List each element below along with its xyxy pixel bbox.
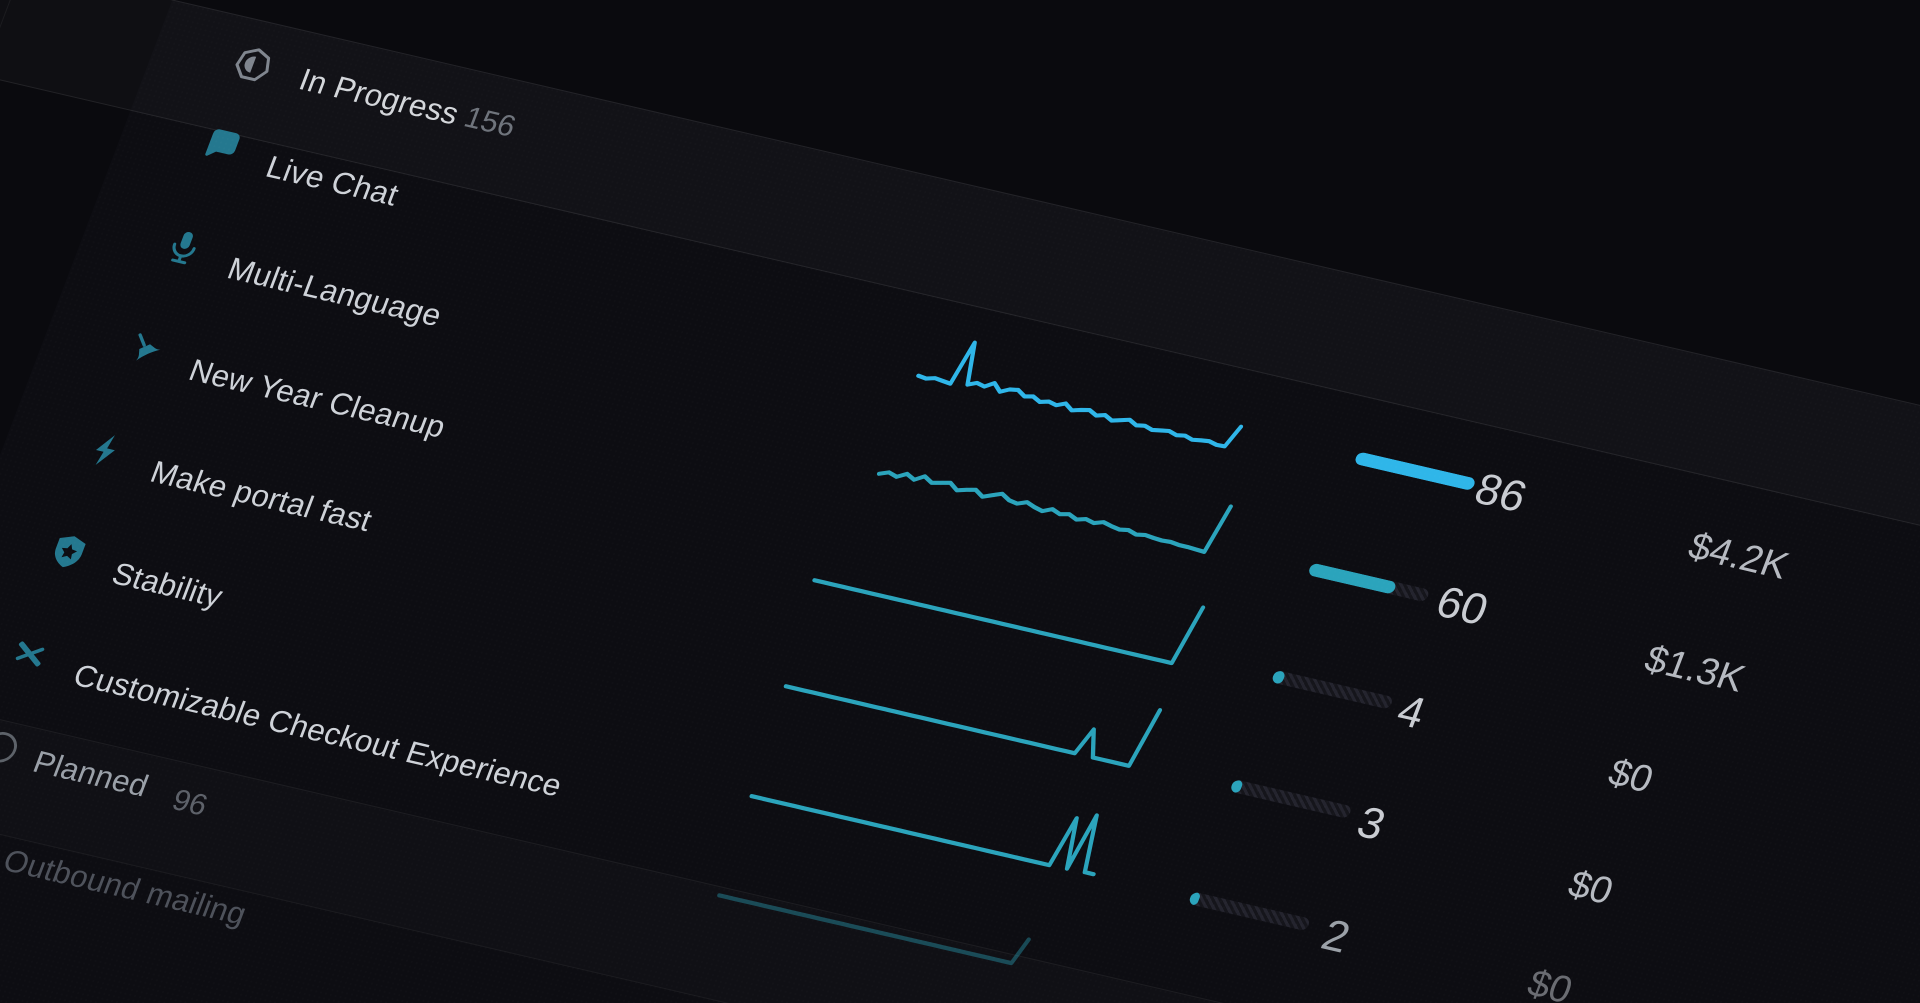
revenue-value: $1.3K <box>1638 638 1750 701</box>
vote-progress-fill <box>1271 669 1286 684</box>
feature-sparkline <box>915 331 1249 457</box>
feature-sparkline <box>812 520 1204 672</box>
group-band-planned <box>0 630 1920 1003</box>
screenshot-stage: In Progress 156 Planned 96 Outbound mail… <box>0 0 1920 1003</box>
vote-progress-fill <box>1188 891 1201 905</box>
microphone-icon <box>157 224 210 271</box>
vote-progress-fill <box>1230 779 1244 794</box>
shield-star-icon <box>42 529 95 576</box>
circle-outline-icon <box>0 724 28 771</box>
feature-row: Make portal fast 3 $0 <box>0 0 1920 1003</box>
vote-progress-fill <box>1354 451 1477 491</box>
feature-label[interactable]: New Year Cleanup <box>184 352 451 445</box>
roadmap-panel: In Progress 156 Planned 96 Outbound mail… <box>0 0 1920 1003</box>
group-count-in-progress: 156 <box>459 101 520 145</box>
feature-label[interactable]: Make portal fast <box>145 454 377 539</box>
group-count-planned: 96 <box>167 784 212 824</box>
broom-icon <box>119 325 172 372</box>
chat-bubble-icon <box>196 122 249 169</box>
vote-count: 2 <box>1315 910 1357 963</box>
group-header-planned[interactable]: Planned <box>28 744 153 804</box>
revenue-value: $4.2K <box>1682 525 1794 588</box>
vote-count: 86 <box>1468 464 1533 523</box>
vote-progress-track <box>1188 891 1311 931</box>
group-header-in-progress[interactable]: In Progress <box>294 62 464 133</box>
vote-progress-track <box>1307 562 1430 602</box>
feature-rows: Live Chat 86 $4.2K Multi-Language 60 $1.… <box>172 0 1920 585</box>
vote-count: 4 <box>1390 686 1432 739</box>
feature-sparkline <box>876 426 1232 561</box>
feature-label[interactable]: Live Chat <box>261 149 404 213</box>
feature-label[interactable]: Multi-Language <box>223 251 447 334</box>
vote-progress-track <box>1354 451 1477 491</box>
progress-status-icon <box>225 40 281 89</box>
design-tools-icon <box>3 630 56 677</box>
feature-sparkline <box>717 850 1036 971</box>
lightning-bolt-icon <box>80 427 133 474</box>
feature-sparkline <box>784 626 1161 774</box>
vote-progress-fill <box>1307 562 1397 594</box>
vote-count: 3 <box>1350 798 1392 851</box>
revenue-value: $0 <box>1562 863 1618 913</box>
revenue-value: $0 <box>1521 962 1577 1003</box>
column-separator <box>0 0 24 75</box>
revenue-value: $0 <box>1602 752 1658 802</box>
feature-label[interactable]: Stability <box>107 556 228 615</box>
vote-count: 60 <box>1429 577 1494 636</box>
vote-progress-track <box>1271 669 1394 709</box>
vote-progress-track <box>1230 779 1353 819</box>
feature-sparkline <box>749 737 1115 881</box>
feature-label-outbound-mailing[interactable]: Outbound mailing <box>0 843 252 933</box>
